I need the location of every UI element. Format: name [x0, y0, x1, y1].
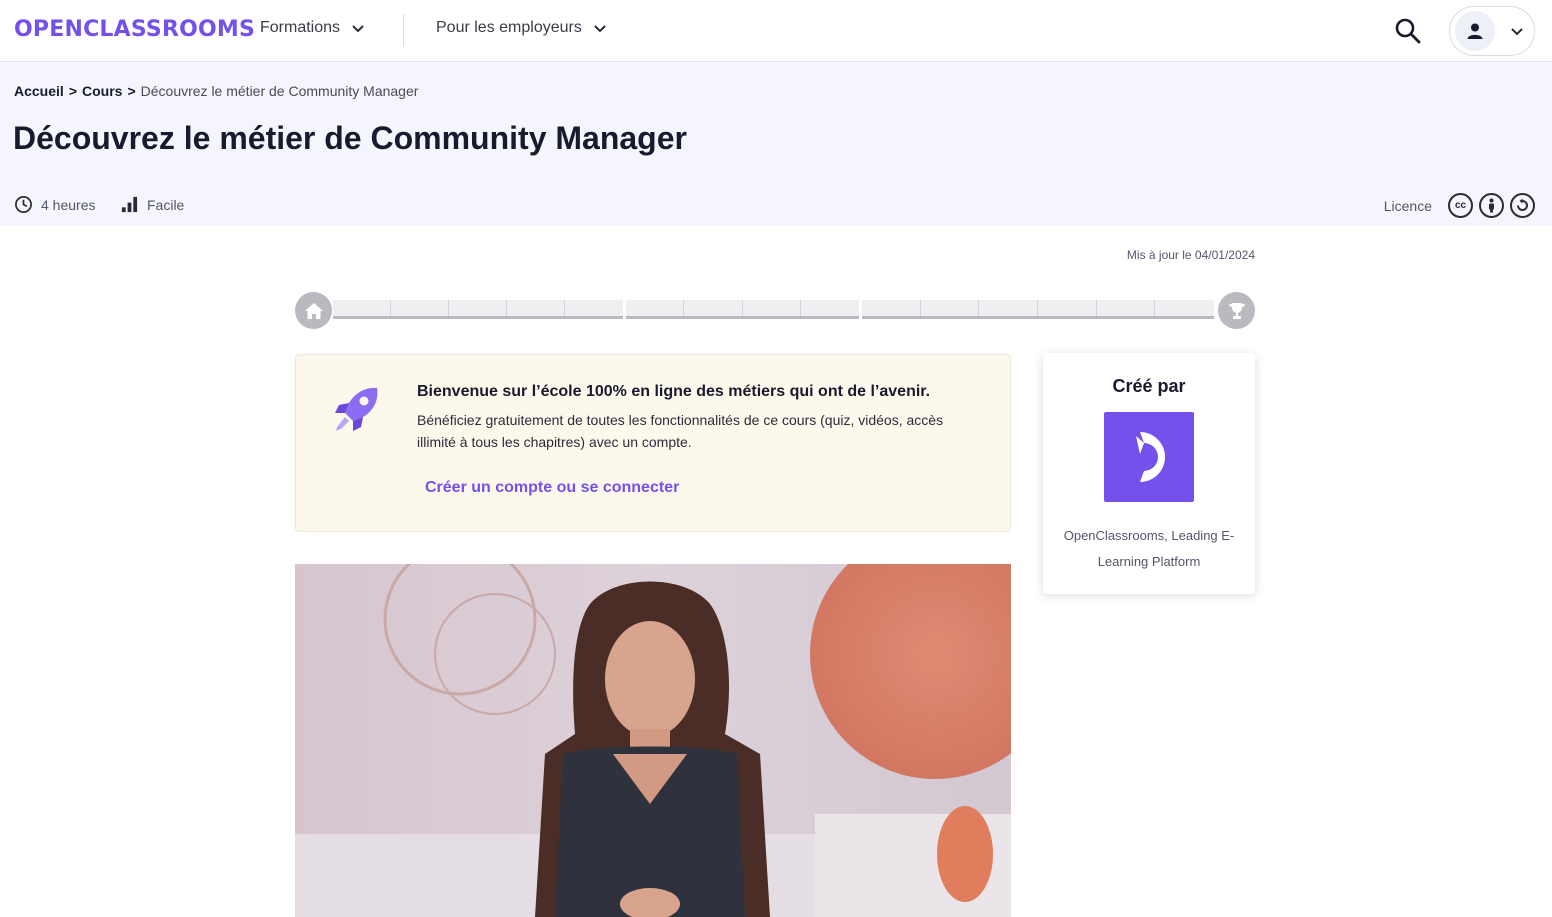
course-progress	[295, 292, 1255, 330]
progress-part	[626, 300, 859, 319]
progress-chapter-segment[interactable]	[507, 300, 565, 316]
course-header: Accueil > Cours > Découvrez le métier de…	[0, 62, 1552, 226]
nav-employeurs-label: Pour les employeurs	[436, 19, 582, 36]
course-video-thumbnail[interactable]	[295, 564, 1011, 917]
progress-chapter-segment[interactable]	[565, 300, 623, 316]
welcome-title: Bienvenue sur l’école 100% en ligne des …	[417, 383, 931, 400]
course-level: Facile	[120, 195, 184, 214]
level-text: Facile	[147, 196, 185, 213]
progress-trophy-button[interactable]	[1218, 292, 1255, 329]
author-logo[interactable]	[1104, 412, 1194, 502]
progress-chapter-segment[interactable]	[391, 300, 449, 316]
openclassrooms-mark-icon	[1136, 432, 1165, 482]
nav-employeurs[interactable]: Pour les employeurs	[436, 19, 608, 37]
breadcrumb-current: Découvrez le métier de Community Manager	[140, 83, 419, 99]
cc-sa-icon[interactable]	[1510, 193, 1535, 218]
nav-formations[interactable]: Formations	[260, 19, 366, 37]
clock-icon	[15, 196, 32, 213]
openclassrooms-logo[interactable]: OPENCLASSROOMS	[14, 17, 255, 42]
chevron-down-icon	[1511, 28, 1523, 36]
licence-info: Licence cc	[1384, 193, 1535, 218]
progress-chapter-segment[interactable]	[333, 300, 391, 316]
home-icon	[304, 302, 323, 319]
progress-chapter-segment[interactable]	[801, 300, 859, 316]
author-heading: Créé par	[1112, 376, 1186, 396]
author-card: Créé par OpenClassrooms, Leading E-Learn…	[1043, 353, 1255, 594]
level-bars-icon	[121, 196, 138, 213]
progress-part	[333, 300, 623, 319]
course-duration: 4 heures	[14, 195, 95, 214]
progress-chapter-segment[interactable]	[979, 300, 1038, 316]
search-icon	[1395, 18, 1421, 44]
progress-chapter-segment[interactable]	[449, 300, 507, 316]
author-name: OpenClassrooms, Leading E-Learning Platf…	[1063, 528, 1235, 569]
search-button[interactable]	[1393, 16, 1423, 46]
breadcrumb-separator: >	[127, 83, 136, 99]
updated-date: Mis à jour le 04/01/2024	[1126, 248, 1255, 262]
chevron-down-icon	[594, 25, 606, 33]
duration-text: 4 heures	[41, 196, 96, 213]
nav-divider	[403, 14, 404, 46]
progress-chapter-segment[interactable]	[1155, 300, 1214, 316]
top-navigation: OPENCLASSROOMS Formations Pour les emplo…	[0, 0, 1552, 62]
progress-chapter-segment[interactable]	[626, 300, 685, 316]
progress-part	[862, 300, 1214, 319]
licence-label: Licence	[1383, 197, 1432, 214]
rocket-icon	[335, 387, 378, 431]
progress-chapter-segment[interactable]	[684, 300, 743, 316]
breadcrumb-separator: >	[68, 83, 77, 99]
progress-track	[333, 300, 1217, 319]
breadcrumb: Accueil > Cours > Découvrez le métier de…	[14, 83, 418, 99]
chevron-down-icon	[352, 25, 364, 33]
welcome-banner: Bienvenue sur l’école 100% en ligne des …	[295, 354, 1011, 532]
breadcrumb-home[interactable]: Accueil	[14, 83, 64, 99]
cc-icon[interactable]: cc	[1448, 193, 1473, 218]
progress-chapter-segment[interactable]	[743, 300, 801, 316]
progress-home-button[interactable]	[295, 292, 332, 329]
user-icon	[1467, 23, 1483, 39]
create-account-link[interactable]: Créer un compte ou se connecter	[425, 479, 679, 497]
progress-chapter-segment[interactable]	[862, 300, 921, 316]
user-menu-button[interactable]	[1449, 6, 1535, 56]
welcome-body: Bénéficiez gratuitement de toutes les fo…	[417, 412, 944, 450]
avatar	[1455, 11, 1495, 51]
trophy-icon	[1228, 302, 1245, 319]
progress-chapter-segment[interactable]	[1097, 300, 1156, 316]
page-title: Découvrez le métier de Community Manager	[13, 120, 687, 156]
progress-chapter-segment[interactable]	[1038, 300, 1097, 316]
progress-chapter-segment[interactable]	[921, 300, 980, 316]
video-frame-image	[295, 564, 1011, 917]
breadcrumb-courses[interactable]: Cours	[82, 83, 122, 99]
cc-by-icon[interactable]	[1479, 193, 1504, 218]
nav-formations-label: Formations	[260, 19, 341, 36]
